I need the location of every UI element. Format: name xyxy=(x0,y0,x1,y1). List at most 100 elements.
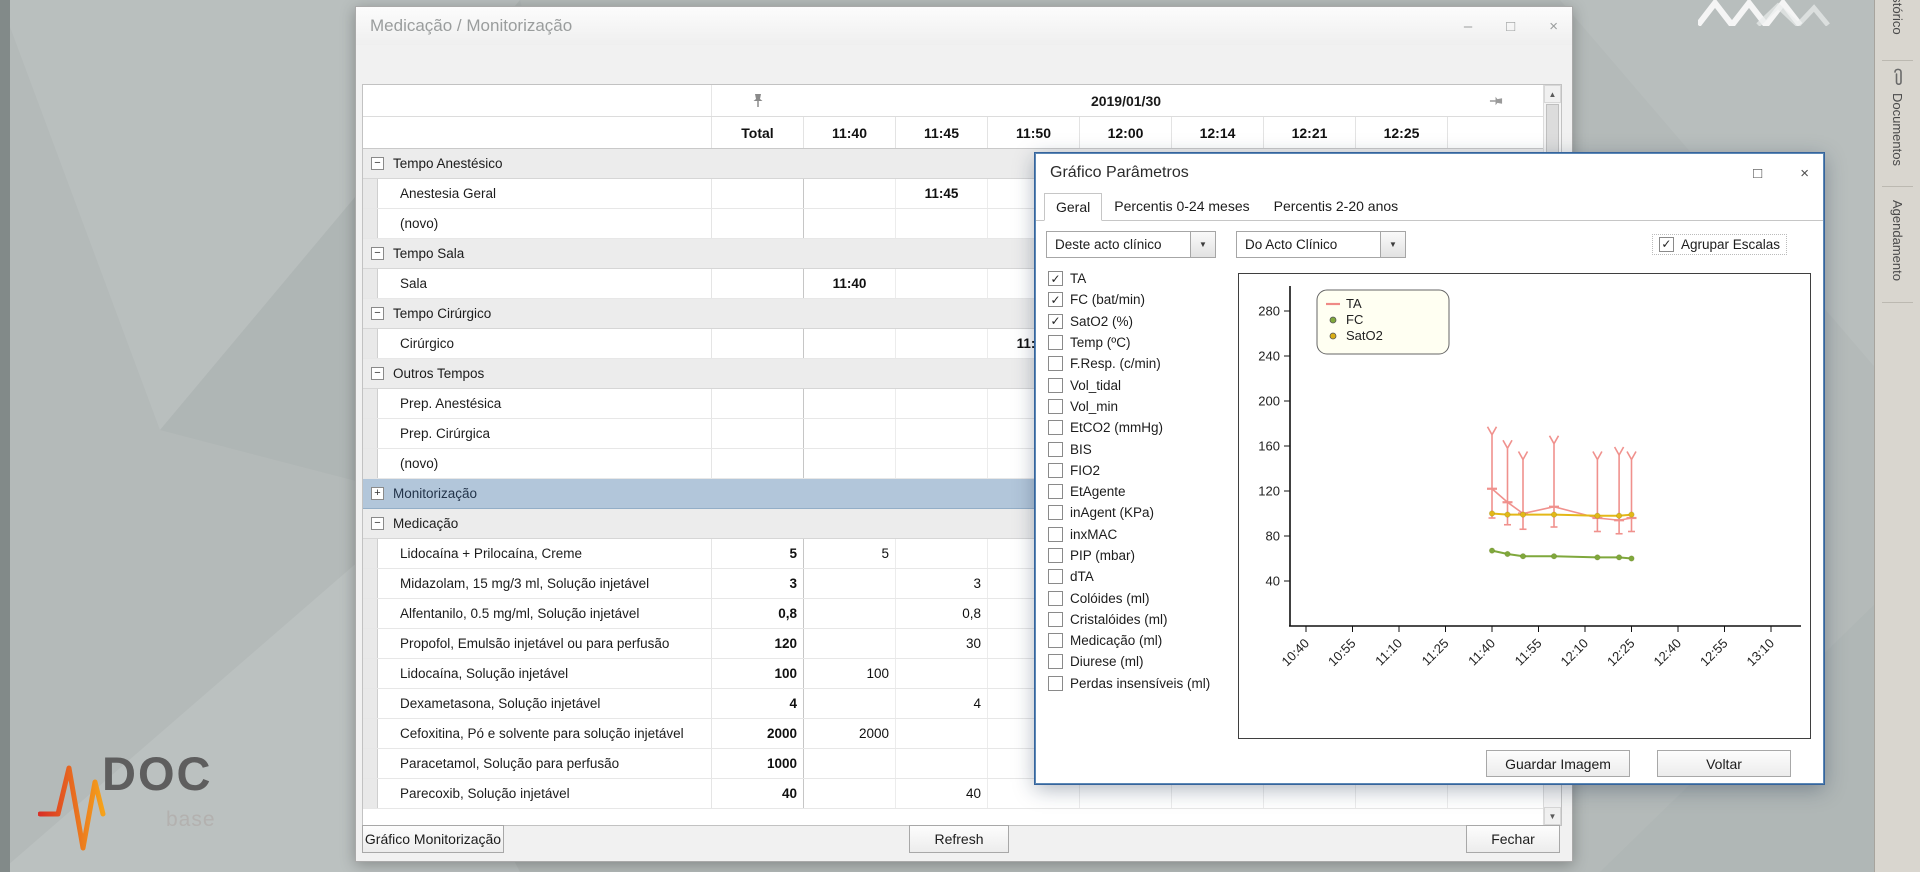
checkbox-icon[interactable] xyxy=(1048,548,1063,563)
window-titlebar[interactable]: Medicação / Monitorização – □ × xyxy=(356,7,1572,45)
act-dropdown[interactable]: Do Acto Clínico ▼ xyxy=(1236,231,1406,258)
param-item[interactable]: ✓FC (bat/min) xyxy=(1048,289,1236,310)
checkbox-icon[interactable] xyxy=(1048,527,1063,542)
value-cell[interactable]: 0,8 xyxy=(896,599,988,628)
column-header[interactable]: 11:45 xyxy=(896,117,988,148)
total-cell[interactable] xyxy=(712,389,804,418)
value-cell[interactable]: 30 xyxy=(896,629,988,658)
expand-icon[interactable]: + xyxy=(371,487,384,500)
checkbox-icon[interactable] xyxy=(1048,612,1063,627)
checkbox-icon[interactable] xyxy=(1048,442,1063,457)
maximize-icon[interactable]: □ xyxy=(1506,18,1515,35)
row-selector[interactable] xyxy=(363,389,378,418)
row-label[interactable]: Sala xyxy=(378,269,712,298)
pin-icon[interactable] xyxy=(1448,85,1543,116)
value-cell[interactable] xyxy=(804,599,896,628)
row-label[interactable]: Lidocaína + Prilocaína, Creme xyxy=(378,539,712,568)
row-label[interactable]: Cirúrgico xyxy=(378,329,712,358)
agrupar-escalas-checkbox[interactable]: ✓ Agrupar Escalas xyxy=(1652,234,1787,255)
value-cell[interactable]: 4 xyxy=(896,689,988,718)
value-cell[interactable]: 2000 xyxy=(804,719,896,748)
tab-historico[interactable]: Histórico xyxy=(1875,0,1920,35)
close-icon[interactable]: × xyxy=(1549,18,1558,35)
param-item[interactable]: EtCO2 (mmHg) xyxy=(1048,417,1236,438)
value-cell[interactable] xyxy=(804,689,896,718)
total-cell[interactable] xyxy=(712,209,804,238)
row-label[interactable]: (novo) xyxy=(378,449,712,478)
value-cell[interactable]: 100 xyxy=(804,659,896,688)
param-item[interactable]: FIO2 xyxy=(1048,460,1236,481)
checkbox-icon[interactable] xyxy=(1048,356,1063,371)
total-cell[interactable]: 4 xyxy=(712,689,804,718)
total-cell[interactable] xyxy=(712,269,804,298)
row-selector[interactable] xyxy=(363,539,378,568)
value-cell[interactable] xyxy=(896,539,988,568)
value-cell[interactable] xyxy=(804,209,896,238)
checkbox-icon[interactable] xyxy=(1048,633,1063,648)
column-header[interactable]: 11:40 xyxy=(804,117,896,148)
value-cell[interactable] xyxy=(804,779,896,808)
param-item[interactable]: PIP (mbar) xyxy=(1048,545,1236,566)
column-header[interactable]: Total xyxy=(712,117,804,148)
value-cell[interactable] xyxy=(896,209,988,238)
scroll-up-icon[interactable]: ▲ xyxy=(1544,85,1561,103)
dialog-titlebar[interactable]: Gráfico Parâmetros □ × xyxy=(1036,154,1823,192)
tab-documentos[interactable]: Documentos xyxy=(1875,66,1920,166)
value-cell[interactable] xyxy=(804,449,896,478)
param-item[interactable]: ✓TA xyxy=(1048,268,1236,289)
value-cell[interactable] xyxy=(804,749,896,778)
column-header[interactable]: 11:50 xyxy=(988,117,1080,148)
checkbox-icon[interactable] xyxy=(1048,591,1063,606)
row-selector[interactable] xyxy=(363,629,378,658)
row-label[interactable]: Anestesia Geral xyxy=(378,179,712,208)
collapse-icon[interactable]: − xyxy=(371,247,384,260)
value-cell[interactable] xyxy=(804,629,896,658)
dialog-maximize-icon[interactable]: □ xyxy=(1753,165,1762,182)
param-item[interactable]: inxMAC xyxy=(1048,524,1236,545)
total-cell[interactable]: 0,8 xyxy=(712,599,804,628)
value-cell[interactable] xyxy=(896,419,988,448)
row-label[interactable]: Prep. Cirúrgica xyxy=(378,419,712,448)
row-label[interactable]: Propofol, Emulsão injetável ou para perf… xyxy=(378,629,712,658)
fechar-button[interactable]: Fechar xyxy=(1466,825,1560,853)
value-cell[interactable] xyxy=(804,329,896,358)
total-cell[interactable]: 120 xyxy=(712,629,804,658)
collapse-icon[interactable]: − xyxy=(371,367,384,380)
param-item[interactable]: inAgent (KPa) xyxy=(1048,502,1236,523)
dialog-close-icon[interactable]: × xyxy=(1800,165,1809,182)
row-selector[interactable] xyxy=(363,209,378,238)
param-item[interactable]: Perdas insensíveis (ml) xyxy=(1048,673,1236,694)
row-selector[interactable] xyxy=(363,449,378,478)
total-cell[interactable]: 1000 xyxy=(712,749,804,778)
checkbox-icon[interactable] xyxy=(1048,399,1063,414)
scroll-down-icon[interactable]: ▼ xyxy=(1544,807,1561,825)
total-cell[interactable] xyxy=(712,179,804,208)
row-label[interactable]: Prep. Anestésica xyxy=(378,389,712,418)
checkbox-icon[interactable] xyxy=(1048,569,1063,584)
refresh-button[interactable]: Refresh xyxy=(909,825,1009,853)
total-cell[interactable] xyxy=(712,419,804,448)
value-cell[interactable] xyxy=(804,389,896,418)
checkbox-icon[interactable] xyxy=(1048,378,1063,393)
value-cell[interactable] xyxy=(896,269,988,298)
value-cell[interactable]: 3 xyxy=(896,569,988,598)
param-item[interactable]: F.Resp. (c/min) xyxy=(1048,353,1236,374)
param-item[interactable]: Diurese (ml) xyxy=(1048,651,1236,672)
collapse-icon[interactable]: − xyxy=(371,307,384,320)
dialog-tab[interactable]: Percentis 0-24 meses xyxy=(1102,192,1261,220)
guardar-imagem-button[interactable]: Guardar Imagem xyxy=(1486,750,1630,777)
column-header[interactable]: 12:00 xyxy=(1080,117,1172,148)
row-selector[interactable] xyxy=(363,329,378,358)
row-selector[interactable] xyxy=(363,659,378,688)
minimize-icon[interactable]: – xyxy=(1464,18,1472,35)
total-cell[interactable]: 40 xyxy=(712,779,804,808)
row-label[interactable]: Cefoxitina, Pó e solvente para solução i… xyxy=(378,719,712,748)
row-selector[interactable] xyxy=(363,749,378,778)
row-label[interactable]: (novo) xyxy=(378,209,712,238)
row-label[interactable]: Paracetamol, Solução para perfusão xyxy=(378,749,712,778)
row-label[interactable]: Lidocaína, Solução injetável xyxy=(378,659,712,688)
value-cell[interactable] xyxy=(896,389,988,418)
value-cell[interactable]: 40 xyxy=(896,779,988,808)
value-cell[interactable] xyxy=(896,449,988,478)
checkbox-icon[interactable]: ✓ xyxy=(1048,314,1063,329)
